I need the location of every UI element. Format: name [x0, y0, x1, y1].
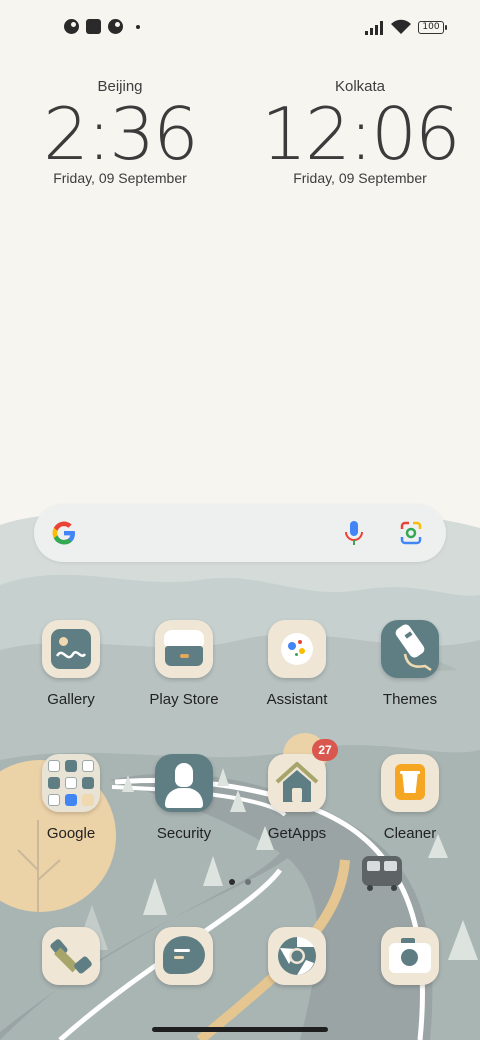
- clock-time-kolkata[interactable]: 12:06: [250, 98, 470, 170]
- clock-date-kolkata: Friday, 09 September: [293, 170, 427, 186]
- cleaner-icon: [381, 754, 439, 812]
- assistant-icon: [268, 620, 326, 678]
- google-g-icon: [52, 521, 75, 545]
- battery-icon: 100: [418, 21, 447, 34]
- dock-camera[interactable]: [355, 927, 465, 985]
- browser-icon: [268, 927, 326, 985]
- lens-icon[interactable]: [398, 520, 424, 546]
- page-indicator-dot-1[interactable]: [229, 879, 235, 885]
- gesture-navigation-handle[interactable]: [152, 1027, 328, 1032]
- wifi-icon: [391, 19, 411, 34]
- clock-time-beijing[interactable]: 2:36: [10, 98, 230, 170]
- app-label: Play Store: [149, 691, 219, 708]
- google-search-bar[interactable]: [34, 504, 446, 562]
- phone-icon: [42, 927, 100, 985]
- app-play-store[interactable]: Play Store: [129, 620, 239, 708]
- app-label: Assistant: [266, 691, 328, 708]
- app-label: GetApps: [267, 825, 327, 842]
- app-gallery[interactable]: Gallery: [16, 620, 126, 708]
- app-label: Gallery: [47, 691, 95, 708]
- app-folder-google[interactable]: Google: [16, 754, 126, 842]
- signal-icon: [365, 21, 383, 35]
- more-dot-icon: [136, 25, 140, 29]
- security-icon: [155, 754, 213, 812]
- gallery-icon: [42, 620, 100, 678]
- messages-icon: [155, 927, 213, 985]
- microphone-icon[interactable]: [342, 519, 366, 547]
- dock-messages[interactable]: [129, 927, 239, 985]
- page-indicator-dot-2[interactable]: [245, 879, 251, 885]
- app-label: Cleaner: [383, 825, 437, 842]
- app-themes[interactable]: Themes: [355, 620, 465, 708]
- google-folder-icon: [42, 754, 100, 812]
- app-label: Security: [156, 825, 212, 842]
- play-store-icon: [155, 620, 213, 678]
- dock-phone[interactable]: [16, 927, 126, 985]
- app-assistant[interactable]: Assistant: [242, 620, 352, 708]
- app-label: Google: [46, 825, 96, 842]
- app-getapps[interactable]: 27 GetApps: [242, 739, 352, 842]
- notification-icon-3: [108, 19, 123, 34]
- clock-date-beijing: Friday, 09 September: [53, 170, 187, 186]
- themes-icon: [381, 620, 439, 678]
- notification-icon-1: [64, 19, 79, 34]
- dock-browser[interactable]: [242, 927, 352, 985]
- getapps-icon: [268, 754, 326, 812]
- notification-icon-2: [86, 19, 101, 34]
- camera-icon: [381, 927, 439, 985]
- app-security[interactable]: Security: [129, 754, 239, 842]
- app-cleaner[interactable]: Cleaner: [355, 754, 465, 842]
- app-label: Themes: [382, 691, 438, 708]
- notification-badge: 27: [312, 739, 338, 761]
